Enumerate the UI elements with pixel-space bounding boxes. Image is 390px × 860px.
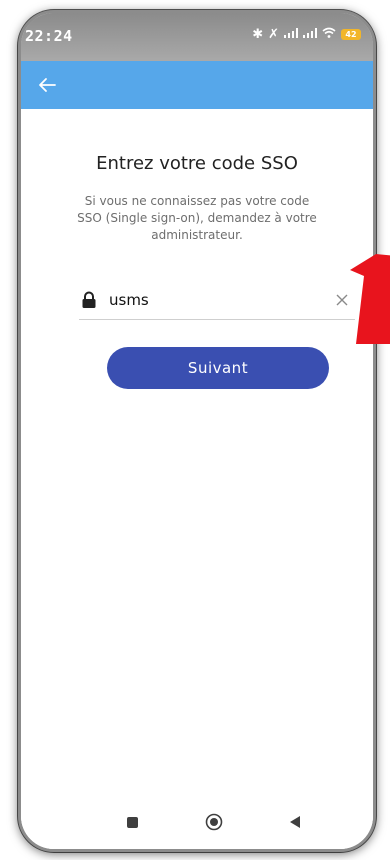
sso-code-input[interactable]: usms — [109, 291, 149, 309]
sso-form: Entrez votre code SSO Si vous ne connais… — [21, 109, 373, 849]
android-nav-bar — [21, 803, 373, 849]
phone-frame: 22:24 ✱ ✗ 42 Entrez votre code SSO Si vo… — [18, 10, 376, 852]
sso-code-field[interactable]: usms — [79, 285, 355, 320]
page-title: Entrez votre code SSO — [96, 153, 298, 174]
back-triangle-icon[interactable] — [289, 815, 301, 829]
arrow-left-icon[interactable] — [35, 73, 59, 97]
signal-icon-2 — [303, 27, 317, 42]
next-button[interactable]: Suivant — [107, 347, 329, 389]
battery-icon: 42 — [341, 29, 361, 40]
page-description: Si vous ne connaissez pas votre code SSO… — [77, 194, 317, 242]
signal-icon — [284, 27, 298, 42]
recents-square-icon[interactable] — [127, 817, 138, 828]
app-bar — [21, 61, 373, 109]
status-time: 22:24 — [25, 27, 73, 45]
no-sim-icon: ✗ — [268, 27, 279, 42]
status-icons: ✱ ✗ 42 — [252, 27, 361, 42]
screenshot-stage: 22:24 ✱ ✗ 42 Entrez votre code SSO Si vo… — [0, 0, 390, 860]
wifi-icon — [322, 27, 336, 42]
lock-icon — [82, 291, 96, 308]
home-circle-icon[interactable] — [205, 813, 223, 831]
red-annotation-arrow — [350, 254, 390, 344]
status-bar: 22:24 ✱ ✗ 42 — [21, 13, 373, 61]
bluetooth-icon: ✱ — [252, 27, 264, 42]
